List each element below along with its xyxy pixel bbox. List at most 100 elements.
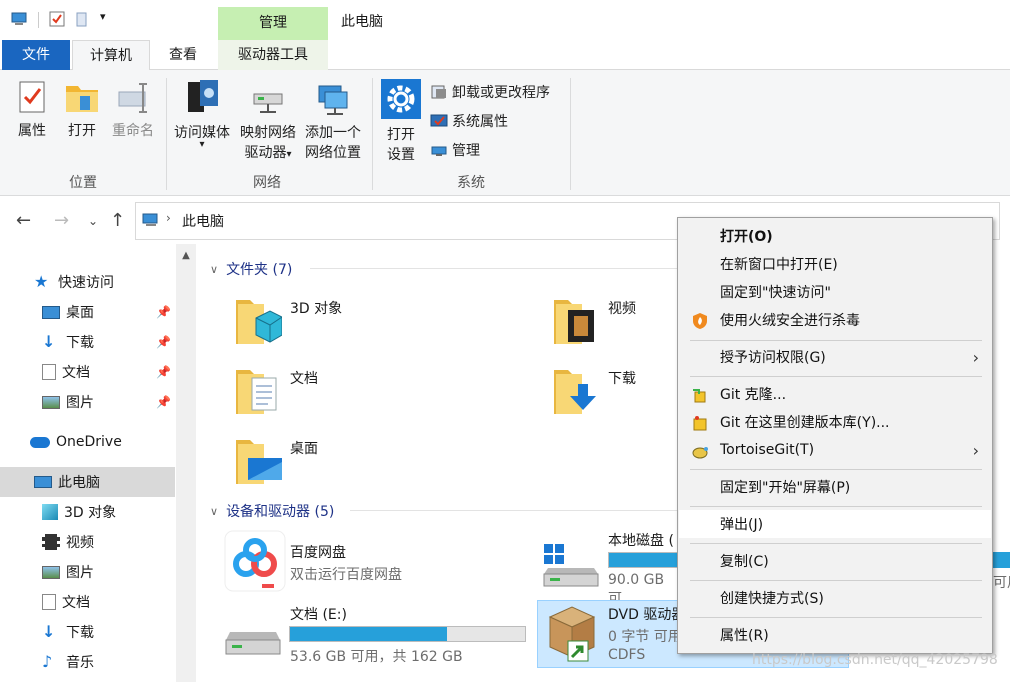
menu-separator [690,340,982,341]
menu-item-git-clone[interactable]: Git 克隆... [679,380,991,408]
properties-icon[interactable] [48,10,66,28]
folder-name: 桌面 [290,441,318,457]
system-properties-button[interactable]: 系统属性 [430,111,508,131]
pin-icon[interactable]: 📌 [156,365,171,379]
pin-icon[interactable]: 📌 [156,395,171,409]
menu-item-pin-start[interactable]: 固定到"开始"屏幕(P) [679,473,991,501]
tab-computer[interactable]: 计算机 [72,40,150,71]
rename-button[interactable]: 重命名 [108,78,158,140]
menu-item-grant-access[interactable]: 授予访问权限(G) › [679,343,991,371]
pin-icon[interactable]: 📌 [156,335,171,349]
nav-label: 音乐 [66,655,94,671]
nav-item-documents[interactable]: 文档 📌 [0,357,175,387]
menu-item-huorong-scan[interactable]: 使用火绒安全进行杀毒 [679,306,991,334]
menu-item-open[interactable]: 打开(O) [679,222,991,250]
menu-separator [690,376,982,377]
open-settings-button[interactable]: 打开 设置 [378,78,424,164]
section-title: 设备和驱动器 (5) [226,504,335,520]
menu-label: 打开(O) [720,229,773,245]
menu-item-create-shortcut[interactable]: 创建快捷方式(S) [679,584,991,612]
qa-dropdown-icon[interactable]: ▾ [100,10,106,23]
nav-item-music[interactable]: ♪ 音乐 [0,647,175,677]
menu-label: Git 克隆... [720,387,787,403]
nav-item-pictures[interactable]: 图片 📌 [0,387,175,417]
tab-drive-tools[interactable]: 驱动器工具 [218,40,328,70]
star-icon: ★ [34,272,49,291]
up-arrow-icon[interactable]: ↑ [110,210,125,231]
properties-icon [19,81,45,113]
menu-item-git-create-repo[interactable]: Git 在这里创建版本库(Y)... [679,408,991,436]
folder-item-desktop[interactable]: 桌面 [230,432,530,490]
drive-name: DVD 驱动器 [608,607,686,623]
menu-item-tortoisegit[interactable]: TortoiseGit(T) › [679,436,991,464]
folder-item-videos[interactable]: 视频 [548,292,678,350]
section-divider [350,510,680,511]
nav-scrollbar[interactable]: ▲ [176,244,196,682]
tab-file[interactable]: 文件 [2,40,70,70]
menu-label: TortoiseGit(T) [720,442,815,458]
manage-context-tab[interactable]: 管理 [218,7,328,40]
pin-icon[interactable]: 📌 [156,305,171,319]
new-folder-icon[interactable] [74,10,92,28]
menu-item-properties[interactable]: 属性(R) [679,621,991,649]
nav-item-quick-access[interactable]: ★ 快速访问 [0,267,175,297]
nav-label: 视频 [66,535,94,551]
nav-item-desktop[interactable]: 桌面 📌 [0,297,175,327]
menu-label: 固定到"开始"屏幕(P) [720,480,851,496]
open-button[interactable]: 打开 [62,78,102,140]
computer-icon[interactable] [10,10,28,28]
qa-separator [38,12,39,28]
access-media-button[interactable]: 访问媒体 ▾ [170,78,234,150]
tab-view[interactable]: 查看 [152,40,214,70]
submenu-arrow-icon: › [972,440,979,460]
programs-icon [431,85,446,99]
group-separator [570,78,571,190]
menu-separator [690,543,982,544]
computer-manage-icon [431,146,447,156]
back-arrow-icon[interactable]: ← [16,210,31,231]
menu-item-eject[interactable]: 弹出(J) [679,510,991,538]
nav-item-videos[interactable]: 视频 [0,527,175,557]
breadcrumb-current[interactable]: 此电脑 [182,211,224,231]
folder-item-downloads[interactable]: 下载 [548,362,678,420]
scroll-up-icon[interactable]: ▲ [176,250,196,261]
title-bar [0,0,1010,40]
section-devices-header[interactable]: ∨ 设备和驱动器 (5) [210,501,334,521]
nav-item-this-pc[interactable]: 此电脑 [0,467,175,497]
menu-label: 属性(R) [720,628,769,644]
pictures-icon [42,395,60,409]
map-network-drive-button[interactable]: 映射网络 驱动器▾ [236,78,300,162]
network-location-icon [318,85,348,115]
menu-item-pin-quick-access[interactable]: 固定到"快速访问" [679,278,991,306]
recent-locations-icon[interactable]: ⌄ [88,214,98,228]
menu-item-open-new-window[interactable]: 在新窗口中打开(E) [679,250,991,278]
uninstall-label: 卸载或更改程序 [452,85,550,101]
group-label-system: 系统 [457,175,485,191]
drive-item-baidu-netdisk[interactable]: 百度网盘 双击运行百度网盘 [222,530,532,594]
nav-item-pictures-2[interactable]: 图片 [0,557,175,587]
nav-label: 文档 [62,365,90,381]
nav-item-3d-objects[interactable]: 3D 对象 [0,497,175,527]
nav-item-onedrive[interactable]: OneDrive [0,427,175,457]
nav-label: 图片 [66,565,94,581]
folder-item-3d-objects[interactable]: 3D 对象 [230,292,530,350]
drive-item-documents-e[interactable]: 文档 (E:) 53.6 GB 可用，共 162 GB [222,600,532,665]
menu-label: 弹出(J) [720,517,764,533]
breadcrumb-chevron-icon[interactable]: › [166,211,171,225]
nav-item-downloads-2[interactable]: ↓ 下载 [0,617,175,647]
rename-icon [118,83,147,113]
nav-item-documents-2[interactable]: 文档 [0,587,175,617]
folder-videos-icon [554,300,594,344]
folder-item-documents[interactable]: 文档 [230,362,530,420]
computer-icon [142,213,158,226]
drive-item-local-disk[interactable]: 本地磁盘 ( 90.0 GB 可 [540,530,680,607]
uninstall-programs-button[interactable]: 卸载或更改程序 [430,82,550,102]
add-network-location-button[interactable]: 添加一个 网络位置 [300,78,366,162]
system-properties-label: 系统属性 [452,114,508,130]
menu-item-copy[interactable]: 复制(C) [679,547,991,575]
section-folders-header[interactable]: ∨ 文件夹 (7) [210,259,292,279]
forward-arrow-icon[interactable]: → [54,210,69,231]
nav-item-downloads[interactable]: ↓ 下载 📌 [0,327,175,357]
properties-button[interactable]: 属性 [10,78,54,140]
manage-button[interactable]: 管理 [430,140,480,160]
